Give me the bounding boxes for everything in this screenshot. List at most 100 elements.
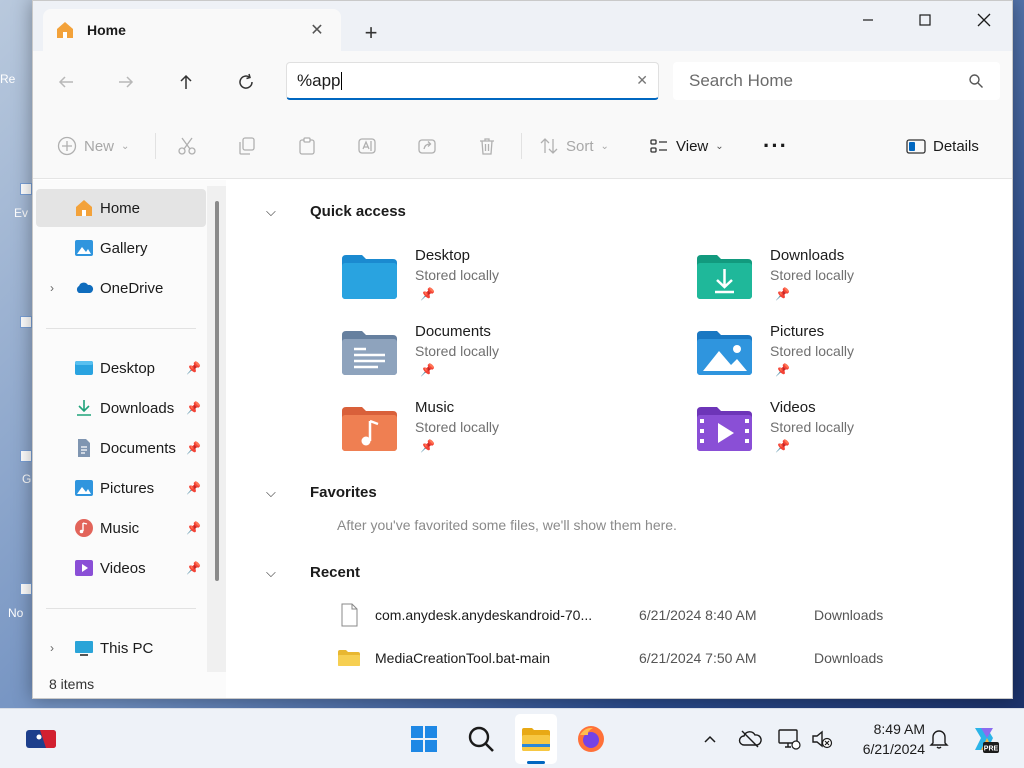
tile-subtitle: Stored locally	[415, 343, 500, 359]
taskbar: 8:49 AM 6/21/2024 PRE	[0, 708, 1024, 768]
sidebar-item-label: OneDrive	[100, 279, 164, 297]
sidebar-item-desktop[interactable]: Desktop 📌	[36, 349, 206, 387]
section-quick-access[interactable]: ⌵ Quick access	[266, 203, 406, 220]
pin-icon[interactable]: 📌	[186, 481, 201, 495]
pin-icon[interactable]: 📌	[186, 401, 201, 415]
close-icon[interactable]	[955, 1, 1012, 39]
pin-icon: 📌	[775, 287, 790, 301]
system-clock[interactable]: 8:49 AM 6/21/2024	[845, 719, 925, 759]
pin-icon: 📌	[775, 363, 790, 377]
tile-name: Documents	[415, 323, 491, 340]
minimize-icon[interactable]	[839, 1, 897, 39]
details-button[interactable]: Details	[906, 133, 979, 159]
file-icon	[341, 603, 358, 627]
rename-button[interactable]	[357, 133, 377, 159]
quick-access-pictures[interactable]: Pictures Stored locally 📌	[697, 323, 997, 391]
recent-row[interactable]: MediaCreationTool.bat-main 6/21/2024 7:5…	[337, 643, 897, 673]
address-input[interactable]: %app	[297, 71, 636, 91]
firefox-icon[interactable]	[575, 723, 607, 755]
pin-icon[interactable]: 📌	[186, 441, 201, 455]
item-count: 8 items	[49, 676, 95, 692]
arrow-right-icon[interactable]	[111, 67, 141, 97]
search-input[interactable]: Search Home	[689, 71, 968, 91]
more-options-button[interactable]: ···	[763, 133, 788, 159]
pin-icon[interactable]: 📌	[186, 561, 201, 575]
view-icon	[650, 139, 667, 153]
search-icon[interactable]	[465, 723, 497, 755]
music-icon	[75, 519, 93, 537]
mlb-logo-icon[interactable]	[25, 723, 57, 755]
shortcut-arrow-icon	[20, 583, 32, 595]
recent-file-name: com.anydesk.anydeskandroid-70...	[375, 607, 593, 623]
pin-icon: 📌	[420, 363, 435, 377]
cut-button[interactable]	[177, 133, 197, 159]
paste-button[interactable]	[297, 133, 317, 159]
documents-folder-icon	[342, 331, 397, 375]
recent-row[interactable]: com.anydesk.anydeskandroid-70... 6/21/20…	[337, 600, 897, 630]
close-icon[interactable]: ✕	[305, 18, 329, 42]
chevron-down-icon: ⌄	[600, 140, 609, 152]
sort-icon	[540, 138, 558, 154]
sidebar-item-videos[interactable]: Videos 📌	[36, 549, 206, 587]
sidebar-item-downloads[interactable]: Downloads 📌	[36, 389, 206, 427]
tile-subtitle: Stored locally	[770, 343, 855, 359]
scrollbar-thumb[interactable]	[215, 201, 219, 581]
maximize-icon[interactable]	[896, 1, 954, 39]
svg-text:PRE: PRE	[984, 746, 999, 753]
tab-home[interactable]: Home ✕	[43, 9, 341, 51]
sidebar-item-documents[interactable]: Documents 📌	[36, 429, 206, 467]
desktop-label: Re	[0, 72, 16, 86]
chevron-down-icon: ⌄	[715, 140, 724, 152]
windows-start-icon[interactable]	[408, 723, 440, 755]
onedrive-offline-icon[interactable]	[734, 723, 766, 755]
section-recent[interactable]: ⌵ Recent	[266, 564, 360, 581]
quick-access-videos[interactable]: Videos Stored locally 📌	[697, 399, 997, 467]
clear-icon[interactable]: ✕	[636, 72, 648, 89]
copy-button[interactable]	[237, 133, 257, 159]
pin-icon[interactable]: 📌	[186, 361, 201, 375]
divider	[46, 328, 196, 329]
notification-bell-icon[interactable]	[923, 723, 955, 755]
pin-icon[interactable]: 📌	[186, 521, 201, 535]
documents-icon	[78, 439, 90, 457]
delete-button[interactable]	[477, 133, 497, 159]
chevron-up-icon[interactable]	[694, 723, 726, 755]
sidebar-item-onedrive[interactable]: › OneDrive	[36, 269, 206, 307]
refresh-icon[interactable]	[231, 67, 261, 97]
quick-access-downloads[interactable]: Downloads Stored locally 📌	[697, 247, 997, 315]
new-button[interactable]: New ⌄	[57, 133, 129, 159]
share-button[interactable]	[417, 133, 437, 159]
active-indicator	[527, 761, 545, 764]
quick-access-music[interactable]: Music Stored locally 📌	[342, 399, 642, 467]
pin-icon: 📌	[420, 287, 435, 301]
chevron-right-icon[interactable]: ›	[50, 641, 54, 655]
quick-access-desktop[interactable]: Desktop Stored locally 📌	[342, 247, 642, 315]
plus-circle-icon	[57, 136, 77, 156]
desktop-folder-icon	[75, 361, 93, 375]
pin-icon: 📌	[775, 439, 790, 453]
sidebar-item-pictures[interactable]: Pictures 📌	[36, 469, 206, 507]
quick-access-documents[interactable]: Documents Stored locally 📌	[342, 323, 642, 391]
pin-icon: 📌	[420, 439, 435, 453]
arrow-up-icon[interactable]	[171, 67, 201, 97]
arrow-left-icon[interactable]	[51, 67, 81, 97]
chevron-right-icon[interactable]: ›	[50, 281, 54, 295]
plus-icon[interactable]: +	[359, 20, 383, 45]
volume-muted-icon[interactable]	[806, 723, 838, 755]
rename-icon	[358, 138, 376, 154]
search-box[interactable]: Search Home	[673, 62, 1000, 100]
network-icon[interactable]	[773, 723, 805, 755]
chevron-down-icon: ⌵	[266, 564, 276, 580]
section-favorites[interactable]: ⌵ Favorites	[266, 484, 377, 501]
recent-file-location: Downloads	[814, 607, 884, 623]
address-bar[interactable]: %app ✕	[286, 62, 659, 100]
copilot-icon[interactable]: PRE	[968, 723, 1000, 755]
sidebar-item-label: Videos	[100, 559, 146, 577]
sidebar-item-this-pc[interactable]: › This PC	[36, 629, 206, 667]
view-button[interactable]: View ⌄	[649, 133, 724, 159]
sidebar-item-music[interactable]: Music 📌	[36, 509, 206, 547]
sidebar-item-home[interactable]: Home	[36, 189, 206, 227]
sort-button[interactable]: Sort ⌄	[539, 133, 609, 159]
file-explorer-icon[interactable]	[520, 723, 552, 755]
sidebar-item-gallery[interactable]: Gallery	[36, 229, 206, 267]
